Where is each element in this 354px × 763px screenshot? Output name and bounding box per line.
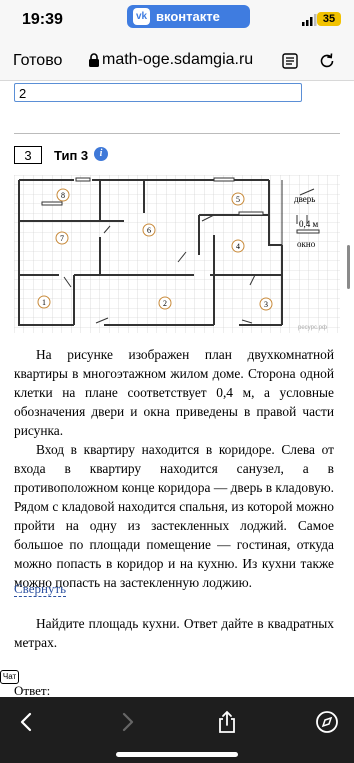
room-label-8: 8	[61, 191, 65, 200]
question-text: Найдите площадь кухни. Ответ дайте в ква…	[14, 616, 334, 650]
room-label-2: 2	[163, 299, 167, 308]
share-icon[interactable]	[214, 709, 240, 735]
legend-door: дверь	[294, 194, 315, 204]
signal-icon	[302, 14, 317, 26]
legend-scale: 0,4 м	[299, 219, 319, 229]
task-description: На рисунке изображен план двухкомнатной …	[14, 345, 334, 592]
room-label-7: 7	[60, 234, 64, 243]
room-label-6: 6	[147, 226, 151, 235]
room-label-5: 5	[236, 195, 240, 204]
collapse-link[interactable]: Свернуть	[14, 581, 67, 597]
page-content: 2 3 Тип 3 i дверь 0,4 м окно ресурс.рф 1…	[0, 81, 354, 697]
scroll-indicator[interactable]	[347, 245, 350, 289]
vk-logo-icon: vk	[133, 8, 150, 25]
status-bar: 19:39 vk вконтакте 35	[0, 0, 354, 40]
description-paragraph-2: Вход в квартиру находится в коридоре. Сл…	[14, 442, 334, 590]
battery-indicator: 35	[317, 12, 341, 26]
address-bar-url[interactable]: math-oge.sdamgia.ru	[102, 51, 253, 69]
legend-window: окно	[297, 239, 316, 249]
task-question: Найдите площадь кухни. Ответ дайте в ква…	[14, 614, 334, 652]
compass-icon[interactable]	[314, 709, 340, 735]
status-time: 19:39	[22, 11, 63, 28]
done-button[interactable]: Готово	[13, 52, 62, 70]
home-indicator	[116, 752, 238, 757]
room-label-4: 4	[236, 242, 240, 251]
floor-plan-image: дверь 0,4 м окно ресурс.рф 1 2 3 4 5 6 7…	[14, 175, 340, 333]
room-label-3: 3	[264, 300, 268, 309]
description-paragraph-1: На рисунке изображен план двухкомнатной …	[14, 347, 334, 438]
answer-input-previous[interactable]: 2	[14, 83, 302, 102]
back-icon[interactable]	[14, 709, 40, 735]
task-number: 3	[14, 146, 42, 164]
room-label-1: 1	[42, 298, 46, 307]
watermark: ресурс.рф	[298, 325, 327, 331]
app-banner-label: вконтакте	[156, 9, 220, 24]
lock-icon	[89, 53, 99, 67]
divider	[14, 133, 340, 134]
reader-mode-icon[interactable]	[282, 53, 298, 69]
return-to-app-banner[interactable]: vk вконтакте	[127, 5, 250, 28]
task-type: Тип 3	[54, 148, 89, 163]
browser-nav-bar: Готово math-oge.sdamgia.ru	[0, 40, 354, 81]
reload-icon[interactable]	[318, 52, 336, 70]
forward-icon[interactable]	[114, 709, 140, 735]
info-icon[interactable]: i	[94, 147, 108, 161]
chat-button[interactable]: Чат	[0, 670, 19, 684]
answer-label: Ответ:	[14, 683, 51, 697]
